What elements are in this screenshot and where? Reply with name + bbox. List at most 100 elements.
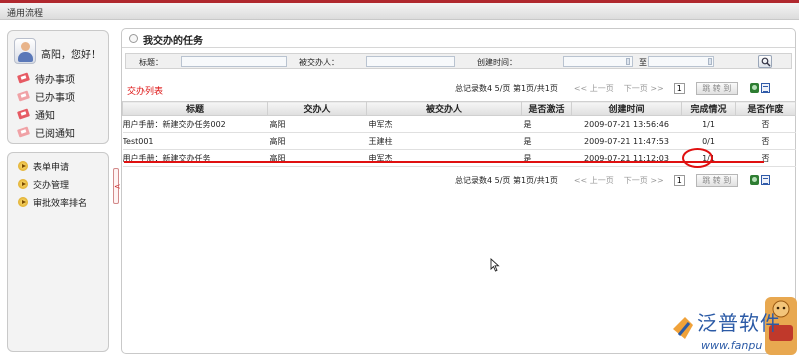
- nav-label: 待办事项: [35, 74, 75, 86]
- col-header-progress[interactable]: 完成情况: [681, 101, 736, 116]
- nav-done[interactable]: 已办事项: [18, 89, 75, 104]
- col-header-active[interactable]: 是否激活: [521, 101, 572, 116]
- calendar-icon[interactable]: [708, 58, 712, 65]
- prev-page-link[interactable]: << 上一页: [574, 83, 614, 94]
- arrow-right-icon: [18, 161, 28, 171]
- nav-label: 通知: [35, 110, 55, 122]
- mail-icon: [18, 109, 30, 119]
- brand-url: www.fanpu: [701, 339, 763, 352]
- menu-assign-manage[interactable]: 交办管理: [18, 178, 70, 191]
- col-header-assigner[interactable]: 交办人: [267, 101, 367, 116]
- excel-export-icon[interactable]: [750, 175, 759, 185]
- panel-heading: 我交办的任务: [122, 29, 795, 48]
- cell-assignee: 王建柱: [366, 132, 522, 150]
- cell-created: 2009-07-21 11:12:03: [571, 149, 682, 167]
- pager-bottom: 总记录数4 5/页 第1页/共1页 << 上一页 下一页 >> 跳 转 到: [455, 174, 738, 187]
- nav-todo[interactable]: 待办事项: [18, 71, 75, 86]
- cell-progress: 0/1: [681, 132, 736, 150]
- page-number-input[interactable]: [673, 175, 685, 186]
- menu-form-apply[interactable]: 表单申请: [18, 160, 70, 173]
- mouse-cursor-icon: [490, 258, 500, 272]
- cell-progress: 1/1: [681, 115, 736, 133]
- chevron-left-icon: <: [114, 182, 121, 191]
- brand-name: 泛普软件: [697, 311, 781, 335]
- col-header-assignee[interactable]: 被交办人: [366, 101, 522, 116]
- go-page-button[interactable]: 跳 转 到: [695, 82, 738, 95]
- arrow-right-icon: [18, 179, 28, 189]
- word-export-icon[interactable]: [761, 175, 770, 185]
- title-label: 标题：: [139, 58, 163, 67]
- record-count: 总记录数4 5/页 第1页/共1页: [455, 176, 558, 185]
- sidebar-collapse-handle[interactable]: <: [113, 168, 121, 204]
- excel-export-icon[interactable]: [750, 83, 759, 93]
- user-panel: 高阳，您好！ 待办事项 已办事项 通知 已阅通知: [7, 30, 109, 144]
- col-header-title[interactable]: 标题: [122, 101, 268, 116]
- menu-approval-ranking[interactable]: 审批效率排名: [18, 196, 88, 209]
- nav-label: 已阅通知: [35, 128, 75, 140]
- greeting-text: 高阳，您好！: [41, 50, 101, 61]
- table-row[interactable]: 用户手册：新建交办任务002 高阳 申军杰 是 2009-07-21 13:56…: [122, 115, 796, 133]
- page-title: 我交办的任务: [143, 36, 203, 47]
- cell-active: 是: [521, 149, 572, 167]
- cell-active: 是: [521, 115, 572, 133]
- menu-panel: 表单申请 交办管理 审批效率排名: [7, 152, 109, 352]
- created-to-input[interactable]: [648, 56, 714, 67]
- title-search-input[interactable]: [181, 56, 287, 67]
- cell-assignee: 申军杰: [366, 149, 522, 167]
- cell-void: 否: [735, 132, 796, 150]
- mail-icon: [18, 127, 30, 137]
- cell-assigner: 高阳: [267, 132, 367, 150]
- cell-assigner: 高阳: [267, 115, 367, 133]
- to-label: 至: [639, 58, 647, 67]
- menu-label: 审批效率排名: [33, 198, 88, 209]
- search-icon: [761, 57, 771, 67]
- cell-title[interactable]: 用户手册：新建交办任务: [122, 149, 268, 167]
- menu-label: 交办管理: [33, 180, 70, 191]
- export-icons-top: [750, 83, 770, 93]
- cell-void: 否: [735, 115, 796, 133]
- window-title: 通用流程: [7, 9, 44, 19]
- assignee-search-input[interactable]: [366, 56, 455, 67]
- word-export-icon[interactable]: [761, 83, 770, 93]
- window-titlebar: 通用流程: [0, 0, 799, 20]
- nav-read-notice[interactable]: 已阅通知: [18, 125, 75, 140]
- export-icons-bottom: [750, 175, 770, 185]
- nav-notice[interactable]: 通知: [18, 107, 55, 122]
- cell-created: 2009-07-21 11:47:53: [571, 132, 682, 150]
- table-header-row: 标题 交办人 被交办人 是否激活 创建时间 完成情况 是否作废: [122, 101, 796, 116]
- watermark-logo: 泛普软件 www.fanpu: [665, 295, 799, 361]
- cell-active: 是: [521, 132, 572, 150]
- nav-label: 已办事项: [35, 92, 75, 104]
- col-header-void[interactable]: 是否作废: [735, 101, 796, 116]
- list-title: 交办列表: [127, 87, 164, 97]
- col-header-created[interactable]: 创建时间: [571, 101, 682, 116]
- table-row[interactable]: Test001 高阳 王建柱 是 2009-07-21 11:47:53 0/1…: [122, 132, 796, 150]
- pager-top: 总记录数4 5/页 第1页/共1页 << 上一页 下一页 >> 跳 转 到: [455, 82, 738, 95]
- arrow-right-icon: [18, 197, 28, 207]
- next-page-link[interactable]: 下一页 >>: [624, 83, 664, 94]
- next-page-link[interactable]: 下一页 >>: [624, 175, 664, 186]
- assignee-label: 被交办人：: [299, 58, 339, 67]
- search-button[interactable]: [758, 55, 772, 68]
- go-page-button[interactable]: 跳 转 到: [695, 174, 738, 187]
- cell-void: 否: [735, 149, 796, 167]
- mail-icon: [18, 73, 30, 83]
- menu-label: 表单申请: [33, 162, 70, 173]
- page-number-input[interactable]: [673, 83, 685, 94]
- cell-title[interactable]: Test001: [122, 132, 268, 150]
- avatar: [14, 38, 36, 64]
- created-from-input[interactable]: [563, 56, 633, 67]
- record-count: 总记录数4 5/页 第1页/共1页: [455, 84, 558, 93]
- cell-title[interactable]: 用户手册：新建交办任务002: [122, 115, 268, 133]
- cell-created: 2009-07-21 13:56:46: [571, 115, 682, 133]
- annotation-underline: [124, 161, 764, 163]
- cell-assigner: 高阳: [267, 149, 367, 167]
- annotation-circle: [682, 148, 713, 168]
- prev-page-link[interactable]: << 上一页: [574, 175, 614, 186]
- calendar-icon[interactable]: [626, 58, 630, 65]
- cell-assignee: 申军杰: [366, 115, 522, 133]
- created-time-label: 创建时间：: [477, 58, 517, 67]
- bullet-circle-icon: [129, 34, 138, 43]
- mail-icon: [18, 91, 30, 101]
- search-bar: 标题： 被交办人： 创建时间： 至: [125, 53, 792, 69]
